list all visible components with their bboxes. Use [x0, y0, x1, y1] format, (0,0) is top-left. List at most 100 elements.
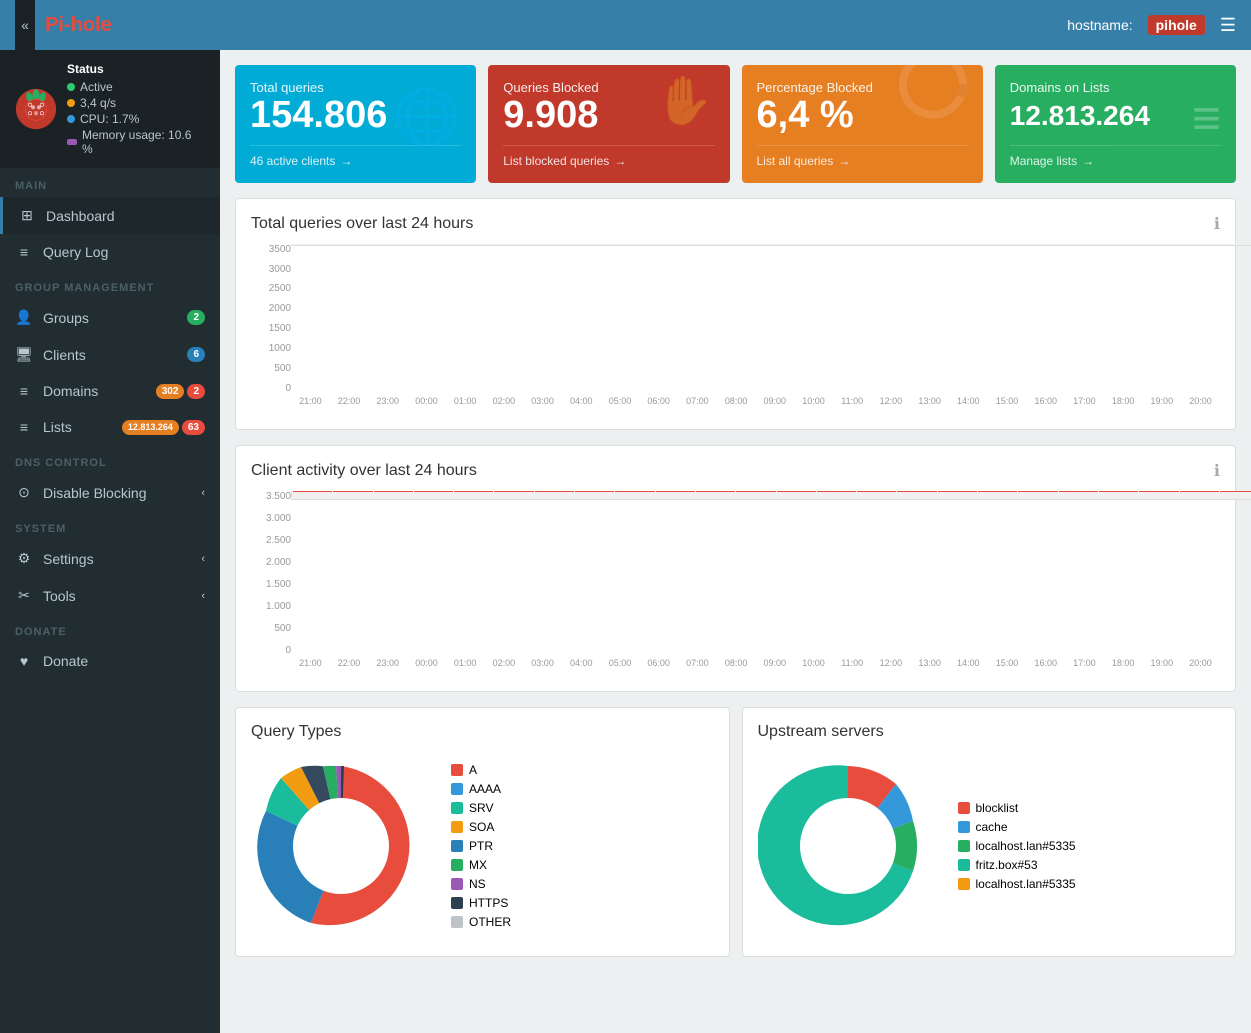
legend-item-soa: SOA: [451, 820, 511, 834]
lists-badge-extra: 63: [182, 420, 205, 435]
stat-card-total-queries: Total queries 154.806 🌐 46 active client…: [235, 65, 476, 183]
sidebar-label-dashboard: Dashboard: [46, 208, 205, 224]
stat-footer-domains[interactable]: Manage lists →: [1010, 145, 1221, 168]
legend-item-https: HTTPS: [451, 896, 511, 910]
status-memory: Memory usage: 10.6 %: [82, 128, 205, 156]
legend-color-ptr: [451, 840, 463, 852]
stat-icon-globe: 🌐: [393, 85, 461, 150]
legend-item-ptr: PTR: [451, 839, 511, 853]
sidebar-label-donate: Donate: [43, 653, 205, 669]
sidebar-label-settings: Settings: [43, 551, 196, 567]
legend-color-cache: [958, 821, 970, 833]
legend-label-other: OTHER: [469, 915, 511, 929]
status-mem-row: Memory usage: 10.6 %: [67, 128, 205, 156]
stat-icon-list: ≡: [1192, 89, 1221, 147]
client-chart-header: Client activity over last 24 hours ℹ: [251, 461, 1220, 481]
rate-dot: [67, 99, 75, 107]
query-types-title: Query Types: [251, 723, 714, 741]
legend-color-blocklist: [958, 802, 970, 814]
stat-footer-total[interactable]: 46 active clients →: [250, 145, 461, 168]
legend-item-other: OTHER: [451, 915, 511, 929]
sidebar-item-groups[interactable]: 👤 Groups 2: [0, 299, 220, 336]
sidebar-item-donate[interactable]: ♥ Donate: [0, 643, 220, 679]
legend-color-mx: [451, 859, 463, 871]
legend-item-mx: MX: [451, 858, 511, 872]
status-info: Status Active 3,4 q/s CPU: 1.7% Memory u…: [67, 62, 205, 156]
legend-item-aaaa: AAAA: [451, 782, 511, 796]
legend-item-fritz: fritz.box#53: [958, 858, 1076, 872]
domains-badge-count: 302: [156, 384, 185, 399]
legend-color-a: [451, 764, 463, 776]
stat-footer-blocked[interactable]: List blocked queries →: [503, 145, 714, 168]
content-area: Total queries 154.806 🌐 46 active client…: [220, 50, 1251, 1033]
hostname-label: hostname:: [1067, 17, 1132, 33]
legend-color-ns: [451, 878, 463, 890]
legend-item-localhost1: localhost.lan#5335: [958, 839, 1076, 853]
navbar: « Pi-hole hostname: pihole ☰: [0, 0, 1251, 50]
active-dot: [67, 83, 75, 91]
section-group-label: GROUP MANAGEMENT: [0, 270, 220, 299]
stat-card-percentage: Percentage Blocked 6,4 % List all querie…: [742, 65, 983, 183]
legend-color-aaaa: [451, 783, 463, 795]
status-rate: 3,4 q/s: [80, 96, 116, 110]
brand-hole: hole: [71, 14, 112, 36]
legend-color-fritz: [958, 859, 970, 871]
legend-label-mx: MX: [469, 858, 487, 872]
sidebar-label-domains: Domains: [43, 383, 156, 399]
dashboard-icon: ⊞: [18, 207, 36, 224]
client-y-labels: 3.500 3.000 2.500 2.000 1.500 1.000 500 …: [251, 491, 291, 656]
stat-icon-hand: ✋: [655, 72, 715, 129]
sidebar-item-lists[interactable]: ≡ Lists 12.813.264 63: [0, 409, 220, 445]
legend-item-ns: NS: [451, 877, 511, 891]
legend-label-cache: cache: [976, 820, 1008, 834]
main-layout: Status Active 3,4 q/s CPU: 1.7% Memory u…: [0, 50, 1251, 1033]
navbar-right: hostname: pihole ☰: [1067, 15, 1236, 36]
sidebar-label-clients: Clients: [43, 347, 187, 363]
query-types-content: A AAAA SRV SOA: [251, 756, 714, 941]
legend-color-other: [451, 916, 463, 928]
legend-label-aaaa: AAAA: [469, 782, 501, 796]
sidebar-item-domains[interactable]: ≡ Domains 302 2: [0, 373, 220, 409]
legend-item-srv: SRV: [451, 801, 511, 815]
sidebar-item-clients[interactable]: 🖥 Clients 6: [0, 336, 220, 373]
queries-chart-info[interactable]: ℹ: [1214, 214, 1220, 234]
queries-y-labels: 3500 3000 2500 2000 1500 1000 500 0: [251, 244, 291, 394]
query-types-legend: A AAAA SRV SOA: [451, 763, 511, 934]
sidebar-collapse-button[interactable]: «: [15, 0, 35, 50]
legend-color-soa: [451, 821, 463, 833]
lists-badges: 12.813.264 63: [122, 420, 205, 435]
sidebar-item-disable-blocking[interactable]: ⊙ Disable Blocking ‹: [0, 474, 220, 511]
legend-item-cache: cache: [958, 820, 1076, 834]
sidebar-item-settings[interactable]: ⚙ Settings ‹: [0, 540, 220, 577]
status-active: Active: [80, 80, 113, 94]
upstream-content: blocklist cache localhost.lan#5335: [758, 756, 1221, 941]
queries-chart-header: Total queries over last 24 hours ℹ: [251, 214, 1220, 234]
stats-row: Total queries 154.806 🌐 46 active client…: [235, 65, 1236, 183]
mem-dot: [67, 139, 77, 145]
status-cpu-row: CPU: 1.7%: [67, 112, 205, 126]
groups-icon: 👤: [15, 309, 33, 326]
sidebar-item-dashboard[interactable]: ⊞ Dashboard: [0, 197, 220, 234]
section-main-label: MAIN: [0, 168, 220, 197]
section-system-label: SYSTEM: [0, 511, 220, 540]
legend-label-localhost2: localhost.lan#5335: [976, 877, 1076, 891]
upstream-servers-title: Upstream servers: [758, 723, 1221, 741]
stat-footer-percentage[interactable]: List all queries →: [757, 145, 968, 168]
brand-pi: Pi: [45, 14, 64, 36]
sidebar-item-tools[interactable]: ✂ Tools ‹: [0, 577, 220, 614]
stat-card-queries-blocked: Queries Blocked 9.908 ✋ List blocked que…: [488, 65, 729, 183]
legend-label-ptr: PTR: [469, 839, 493, 853]
sidebar-item-query-log[interactable]: ≡ Query Log: [0, 234, 220, 270]
cpu-dot: [67, 115, 75, 123]
lists-icon: ≡: [15, 419, 33, 435]
client-x-labels: 21:0022:0023:0000:0001:0002:0003:0004:00…: [291, 658, 1220, 676]
client-chart-info[interactable]: ℹ: [1214, 461, 1220, 481]
stat-title-domains: Domains on Lists: [1010, 80, 1221, 95]
queries-chart-title: Total queries over last 24 hours: [251, 215, 473, 233]
menu-icon[interactable]: ☰: [1220, 15, 1236, 36]
settings-chevron: ‹: [201, 553, 205, 565]
section-dns-label: DNS CONTROL: [0, 445, 220, 474]
raspberry-logo: [15, 88, 57, 130]
legend-item-localhost2: localhost.lan#5335: [958, 877, 1076, 891]
legend-color-localhost1: [958, 840, 970, 852]
